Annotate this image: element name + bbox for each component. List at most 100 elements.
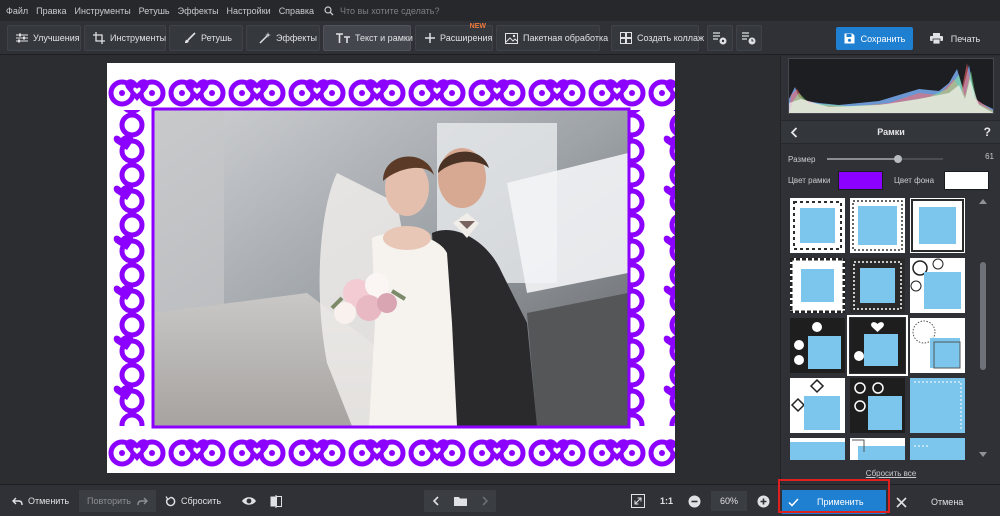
save-label: Сохранить xyxy=(860,33,906,44)
print-label: Печать xyxy=(950,33,981,44)
help-icon[interactable]: ? xyxy=(984,125,991,139)
print-button[interactable]: Печать xyxy=(918,27,992,50)
search-field[interactable]: Что вы хотите сделать? xyxy=(324,6,440,16)
collage-icon xyxy=(620,32,632,44)
size-slider[interactable] xyxy=(827,155,943,163)
menu-edit[interactable]: Правка xyxy=(36,6,66,16)
menu-effects[interactable]: Эффекты xyxy=(178,6,219,16)
tab-effects[interactable]: Эффекты xyxy=(246,25,320,51)
panel-header: Рамки ? xyxy=(781,120,1000,144)
folder-icon[interactable] xyxy=(453,496,467,506)
apply-button[interactable]: Применить xyxy=(782,490,886,514)
redo-button[interactable]: Повторить xyxy=(79,490,156,512)
image-navigation xyxy=(424,490,496,512)
menu-help[interactable]: Справка xyxy=(279,6,314,16)
frame-thumb[interactable] xyxy=(790,378,845,433)
undo-button[interactable]: Отменить xyxy=(12,490,69,512)
bg-color-swatch[interactable] xyxy=(944,171,989,190)
frame-thumb[interactable] xyxy=(910,198,965,253)
tab-label: Эффекты xyxy=(276,33,317,43)
crop-icon xyxy=(93,32,105,44)
menu-settings[interactable]: Настройки xyxy=(227,6,271,16)
histogram xyxy=(788,58,994,114)
search-icon xyxy=(324,5,334,15)
undo-label: Отменить xyxy=(28,496,70,506)
right-panel: Рамки ? Размер 61 Цвет рамки Цвет фона С… xyxy=(780,56,1000,484)
history-list-button[interactable] xyxy=(736,25,762,51)
menubar: Файл Правка Инструменты Ретушь Эффекты Н… xyxy=(0,0,1000,21)
bg-color-label: Цвет фона xyxy=(894,176,935,185)
size-label: Размер xyxy=(788,154,816,164)
list-clock-icon xyxy=(742,32,756,45)
fit-screen-button[interactable] xyxy=(631,490,650,512)
compare-icon xyxy=(270,494,282,508)
reset-icon xyxy=(165,495,176,506)
new-badge: NEW xyxy=(469,23,486,30)
frame-thumb-selected[interactable] xyxy=(847,315,908,376)
cancel-button[interactable]: Отмена xyxy=(890,490,996,514)
frame-thumb[interactable] xyxy=(850,258,905,313)
menu-retouch[interactable]: Ретушь xyxy=(139,6,170,16)
tab-enhance[interactable]: Улучшения xyxy=(7,25,81,51)
frame-thumb[interactable] xyxy=(790,318,845,373)
images-icon xyxy=(505,32,518,44)
canvas-area[interactable] xyxy=(0,56,780,484)
tab-retouch[interactable]: Ретушь xyxy=(169,25,243,51)
compare-button[interactable] xyxy=(270,490,287,512)
menu-file[interactable]: Файл xyxy=(6,6,28,16)
magic-wand-icon xyxy=(259,32,271,44)
frame-color-label: Цвет рамки xyxy=(788,176,831,185)
frame-thumb[interactable] xyxy=(850,198,905,253)
preview-button[interactable] xyxy=(241,490,262,512)
tab-extensions[interactable]: Расширения NEW xyxy=(415,23,493,51)
tab-label: Текст и рамки xyxy=(355,33,413,43)
frame-thumb[interactable] xyxy=(790,198,845,253)
prev-arrow-icon[interactable] xyxy=(432,496,439,506)
size-value: 61 xyxy=(985,152,994,161)
panel-title: Рамки xyxy=(877,127,905,137)
next-arrow-icon[interactable] xyxy=(481,496,489,506)
scroll-down-icon[interactable] xyxy=(979,452,987,458)
frame-thumb[interactable] xyxy=(790,255,848,316)
sliders-icon xyxy=(16,33,28,43)
actual-size-button[interactable]: 1:1 xyxy=(660,490,673,512)
tab-tools[interactable]: Инструменты xyxy=(84,25,166,51)
settings-list-button[interactable] xyxy=(707,25,733,51)
redo-label: Повторить xyxy=(87,496,131,506)
frame-thumb[interactable] xyxy=(910,318,965,373)
size-slider-handle[interactable] xyxy=(893,155,902,163)
frame-gallery-scrollbar[interactable] xyxy=(978,198,988,460)
floppy-disk-icon xyxy=(844,33,855,44)
scroll-up-icon[interactable] xyxy=(979,198,987,204)
list-settings-icon xyxy=(713,32,727,45)
search-placeholder: Что вы хотите сделать? xyxy=(340,5,440,16)
zoom-input[interactable]: 60% xyxy=(711,491,747,511)
frame-thumb[interactable] xyxy=(910,378,965,433)
menu-tools[interactable]: Инструменты xyxy=(75,6,131,16)
frame-thumb[interactable] xyxy=(910,438,965,460)
reset-all-link[interactable]: Сбросить все xyxy=(781,469,1000,478)
app-window: Файл Правка Инструменты Ретушь Эффекты Н… xyxy=(0,0,1000,516)
tab-text-frames[interactable]: Текст и рамки xyxy=(323,25,413,51)
frame-thumb[interactable] xyxy=(910,258,965,313)
bottom-bar: Отменить Повторить Сбросить 1:1 60% Прим… xyxy=(0,484,1000,516)
frame-thumb[interactable] xyxy=(850,438,905,460)
scrollbar-thumb[interactable] xyxy=(980,262,986,370)
photo-canvas[interactable] xyxy=(107,63,675,473)
tab-label: Улучшения xyxy=(33,33,80,43)
tab-label: Ретушь xyxy=(201,33,232,43)
tab-collage[interactable]: Создать коллаж xyxy=(611,25,704,51)
frame-thumb[interactable] xyxy=(850,378,905,433)
back-arrow-icon[interactable] xyxy=(790,127,798,138)
frame-thumb[interactable] xyxy=(790,438,845,460)
reset-button[interactable]: Сбросить xyxy=(165,490,221,512)
tab-batch[interactable]: Пакетная обработка xyxy=(496,25,608,51)
eye-icon xyxy=(242,497,256,505)
save-button[interactable]: Сохранить xyxy=(836,27,913,50)
zoom-out-button[interactable] xyxy=(688,490,706,512)
fullscreen-icon xyxy=(631,494,645,508)
frame-color-swatch[interactable] xyxy=(838,171,883,190)
zoom-in-button[interactable] xyxy=(757,490,775,512)
redo-icon xyxy=(137,497,148,505)
close-icon xyxy=(896,496,907,508)
